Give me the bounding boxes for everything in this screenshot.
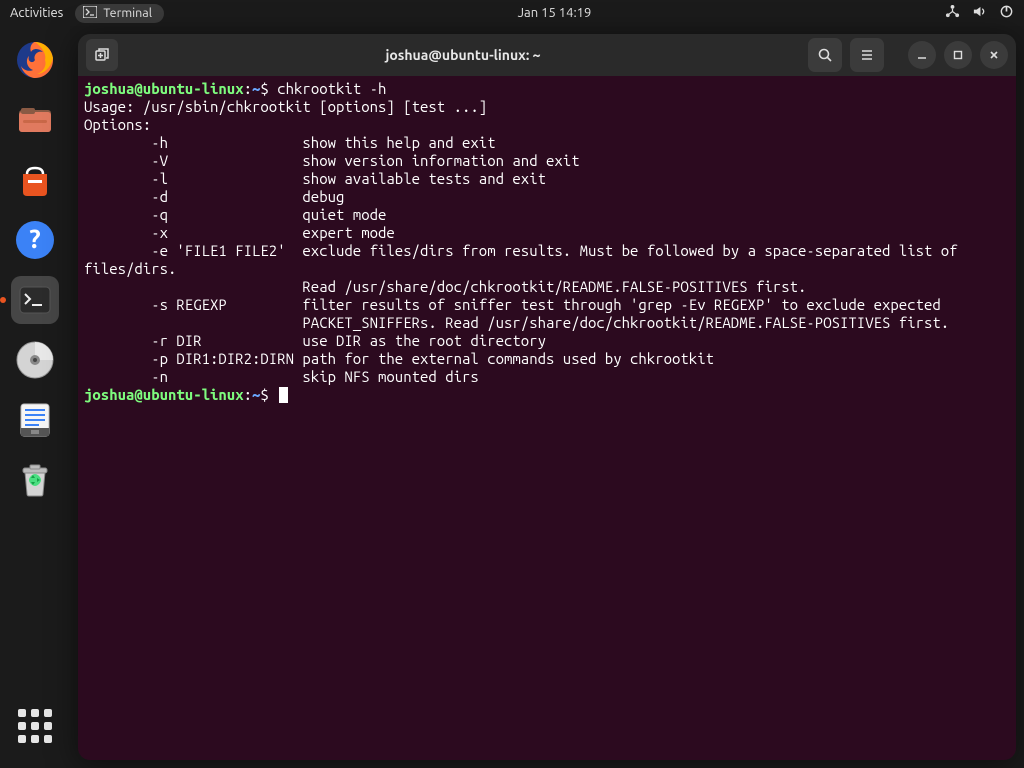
show-applications[interactable] (11, 702, 59, 750)
dock-trash[interactable] (11, 456, 59, 504)
gnome-topbar: Activities Terminal Jan 15 14:19 (0, 0, 1024, 26)
dock-help[interactable]: ? (11, 216, 59, 264)
window-title: joshua@ubuntu-linux: ~ (126, 47, 800, 63)
volume-icon[interactable] (972, 4, 987, 22)
activities-button[interactable]: Activities (10, 6, 63, 20)
network-icon[interactable] (945, 4, 960, 22)
minimize-button[interactable] (908, 41, 936, 69)
titlebar: joshua@ubuntu-linux: ~ (78, 34, 1016, 76)
power-icon[interactable] (999, 4, 1014, 22)
terminal-output[interactable]: joshua@ubuntu-linux:~$ chkrootkit -h Usa… (78, 76, 1016, 760)
dock-text-editor[interactable] (11, 396, 59, 444)
terminal-icon (83, 6, 97, 21)
maximize-button[interactable] (944, 41, 972, 69)
dock: ? (0, 26, 70, 768)
app-menu[interactable]: Terminal (75, 4, 164, 23)
terminal-window: joshua@ubuntu-linux: ~ joshua@ubuntu-lin… (78, 34, 1016, 760)
search-button[interactable] (808, 38, 842, 72)
dock-files[interactable] (11, 96, 59, 144)
dock-firefox[interactable] (11, 36, 59, 84)
clock[interactable]: Jan 15 14:19 (518, 6, 592, 20)
app-menu-label: Terminal (103, 6, 152, 20)
svg-text:?: ? (29, 224, 40, 253)
dock-terminal[interactable] (11, 276, 59, 324)
dock-software[interactable] (11, 156, 59, 204)
dock-disc[interactable] (11, 336, 59, 384)
close-button[interactable] (980, 41, 1008, 69)
new-tab-button[interactable] (86, 39, 118, 71)
hamburger-menu[interactable] (850, 38, 884, 72)
